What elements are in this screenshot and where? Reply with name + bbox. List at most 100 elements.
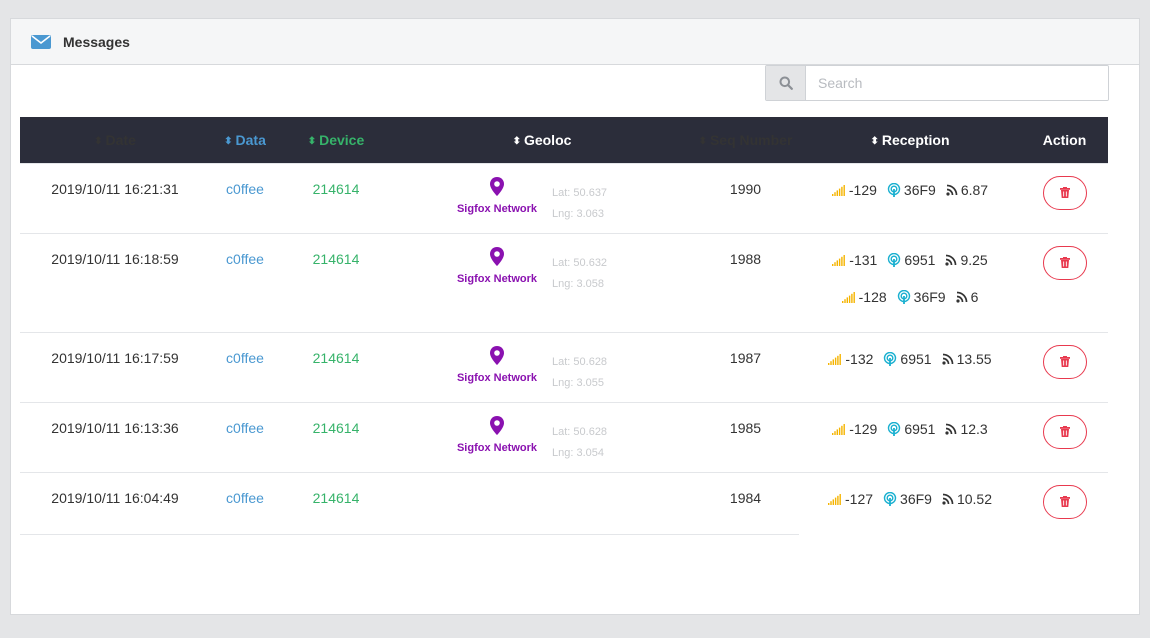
column-header-device[interactable]: ⬍ Device	[280, 117, 392, 163]
latitude: Lat: 50.628	[552, 425, 608, 438]
snr-value: 6	[970, 288, 979, 305]
station-id: 6951	[900, 350, 932, 367]
latitude: Lat: 50.632	[552, 256, 608, 269]
delete-button[interactable]	[1042, 245, 1087, 280]
delete-button[interactable]	[1042, 484, 1087, 519]
trash-icon	[1059, 426, 1070, 437]
snr-value: 10.52	[956, 490, 992, 507]
trash-icon	[1059, 356, 1070, 367]
geoloc-cell: Sigfox Network Lat: 50.632 Lng: 3.058	[392, 246, 692, 297]
rss-feed-icon	[945, 254, 957, 266]
latitude: Lat: 50.628	[552, 355, 608, 368]
base-station-icon	[897, 289, 910, 304]
sort-icon: ⬍	[307, 135, 317, 147]
sort-icon: ⬍	[698, 135, 707, 147]
rss-feed-icon	[955, 291, 967, 303]
seq-number-cell: 1987	[692, 331, 799, 402]
table-row: 2019/10/11 16:13:36 c0ffee 214614 Sigfox Ne…	[20, 401, 1108, 472]
column-header-data[interactable]: ⬍ Data	[210, 117, 280, 163]
rssi-value: -129	[848, 181, 877, 198]
table-row: 2019/10/11 16:04:49 c0ffee 214614 1984 -127 3…	[20, 471, 1108, 535]
station-id: 36F9	[900, 490, 932, 507]
latitude: Lat: 50.637	[552, 186, 608, 199]
rss-feed-icon	[946, 184, 958, 196]
reception-entry: -129 6951 12.3	[799, 420, 1021, 438]
date-cell: 2019/10/11 16:17:59	[20, 331, 210, 402]
rssi-value: -128	[858, 288, 887, 305]
envelope-icon	[31, 34, 51, 50]
map-pin-icon	[490, 246, 504, 266]
rss-feed-icon	[942, 493, 954, 505]
trash-icon	[1059, 257, 1070, 268]
device-link[interactable]: 214614	[280, 331, 392, 402]
rss-feed-icon	[945, 423, 957, 435]
signal-strength-icon	[828, 353, 842, 365]
map-pin-icon	[490, 345, 504, 365]
station-id: 6951	[904, 420, 936, 437]
column-header-reception[interactable]: ⬍ Reception	[799, 117, 1021, 163]
station-id: 36F9	[903, 181, 936, 198]
table-row: 2019/10/11 16:21:31 c0ffee 214614 Sigfox Ne…	[20, 162, 1108, 233]
delete-button[interactable]	[1042, 414, 1087, 449]
base-station-icon	[888, 252, 901, 267]
base-station-icon	[887, 182, 901, 197]
table-header-row: ⬍ Date ⬍ Data ⬍ Device ⬍ Geoloc ⬍ Seq Number …	[20, 117, 1108, 163]
seq-number-cell: 1988	[692, 232, 799, 332]
delete-button[interactable]	[1042, 175, 1087, 210]
rssi-value: -132	[845, 350, 874, 367]
sort-icon: ⬍	[870, 135, 879, 147]
sort-icon: ⬍	[512, 135, 521, 147]
device-link[interactable]: 214614	[280, 401, 392, 472]
date-cell: 2019/10/11 16:13:36	[20, 401, 210, 472]
seq-number-cell: 1985	[692, 401, 799, 472]
signal-strength-icon	[832, 254, 846, 266]
base-station-icon	[884, 351, 897, 366]
longitude: Lng: 3.054	[552, 446, 604, 459]
data-link[interactable]: c0ffee	[210, 331, 280, 402]
network-label: Sigfox Network	[456, 202, 538, 215]
panel-header: Messages	[11, 19, 1139, 65]
rssi-value: -129	[849, 420, 878, 437]
column-header-action: Action	[1042, 131, 1087, 148]
device-link[interactable]: 214614	[280, 162, 392, 233]
station-id: 6951	[904, 251, 936, 268]
longitude: Lng: 3.063	[552, 207, 604, 220]
snr-value: 13.55	[956, 350, 992, 367]
date-cell: 2019/10/11 16:18:59	[20, 232, 210, 332]
device-link[interactable]: 214614	[280, 471, 392, 535]
reception-entry: -127 36F9 10.52	[799, 490, 1021, 508]
snr-value: 9.25	[960, 251, 988, 268]
data-link[interactable]: c0ffee	[210, 162, 280, 233]
trash-icon	[1059, 496, 1070, 507]
signal-strength-icon	[828, 493, 841, 505]
column-header-date[interactable]: ⬍ Date	[20, 117, 210, 163]
sort-icon: ⬍	[224, 135, 233, 147]
data-link[interactable]: c0ffee	[210, 232, 280, 332]
device-link[interactable]: 214614	[280, 232, 392, 332]
panel-title: Messages	[63, 33, 130, 50]
date-cell: 2019/10/11 16:21:31	[20, 162, 210, 233]
delete-button[interactable]	[1042, 344, 1087, 379]
reception-entry: -132 6951 13.55	[799, 350, 1021, 368]
signal-strength-icon	[831, 184, 845, 196]
geoloc-cell: Sigfox Network Lat: 50.628 Lng: 3.054	[392, 415, 692, 466]
rssi-value: -127	[845, 490, 874, 507]
reception-entry: -128 36F9 6	[799, 288, 1021, 306]
search-input[interactable]	[806, 66, 1108, 100]
signal-strength-icon	[832, 423, 846, 435]
snr-value: 12.3	[960, 420, 988, 437]
date-cell: 2019/10/11 16:04:49	[20, 471, 210, 535]
column-header-seq-number[interactable]: ⬍ Seq Number	[692, 117, 799, 163]
base-station-icon	[888, 421, 901, 436]
geoloc-cell: Sigfox Network Lat: 50.637 Lng: 3.063	[392, 176, 692, 227]
signal-strength-icon	[841, 291, 855, 303]
search-icon	[779, 76, 793, 90]
data-link[interactable]: c0ffee	[210, 471, 280, 535]
network-label: Sigfox Network	[456, 272, 538, 285]
longitude: Lng: 3.058	[552, 277, 604, 290]
network-label: Sigfox Network	[456, 371, 538, 384]
column-header-geoloc[interactable]: ⬍ Geoloc	[392, 117, 692, 163]
search-button[interactable]	[766, 66, 806, 100]
data-link[interactable]: c0ffee	[210, 401, 280, 472]
longitude: Lng: 3.055	[552, 376, 604, 389]
